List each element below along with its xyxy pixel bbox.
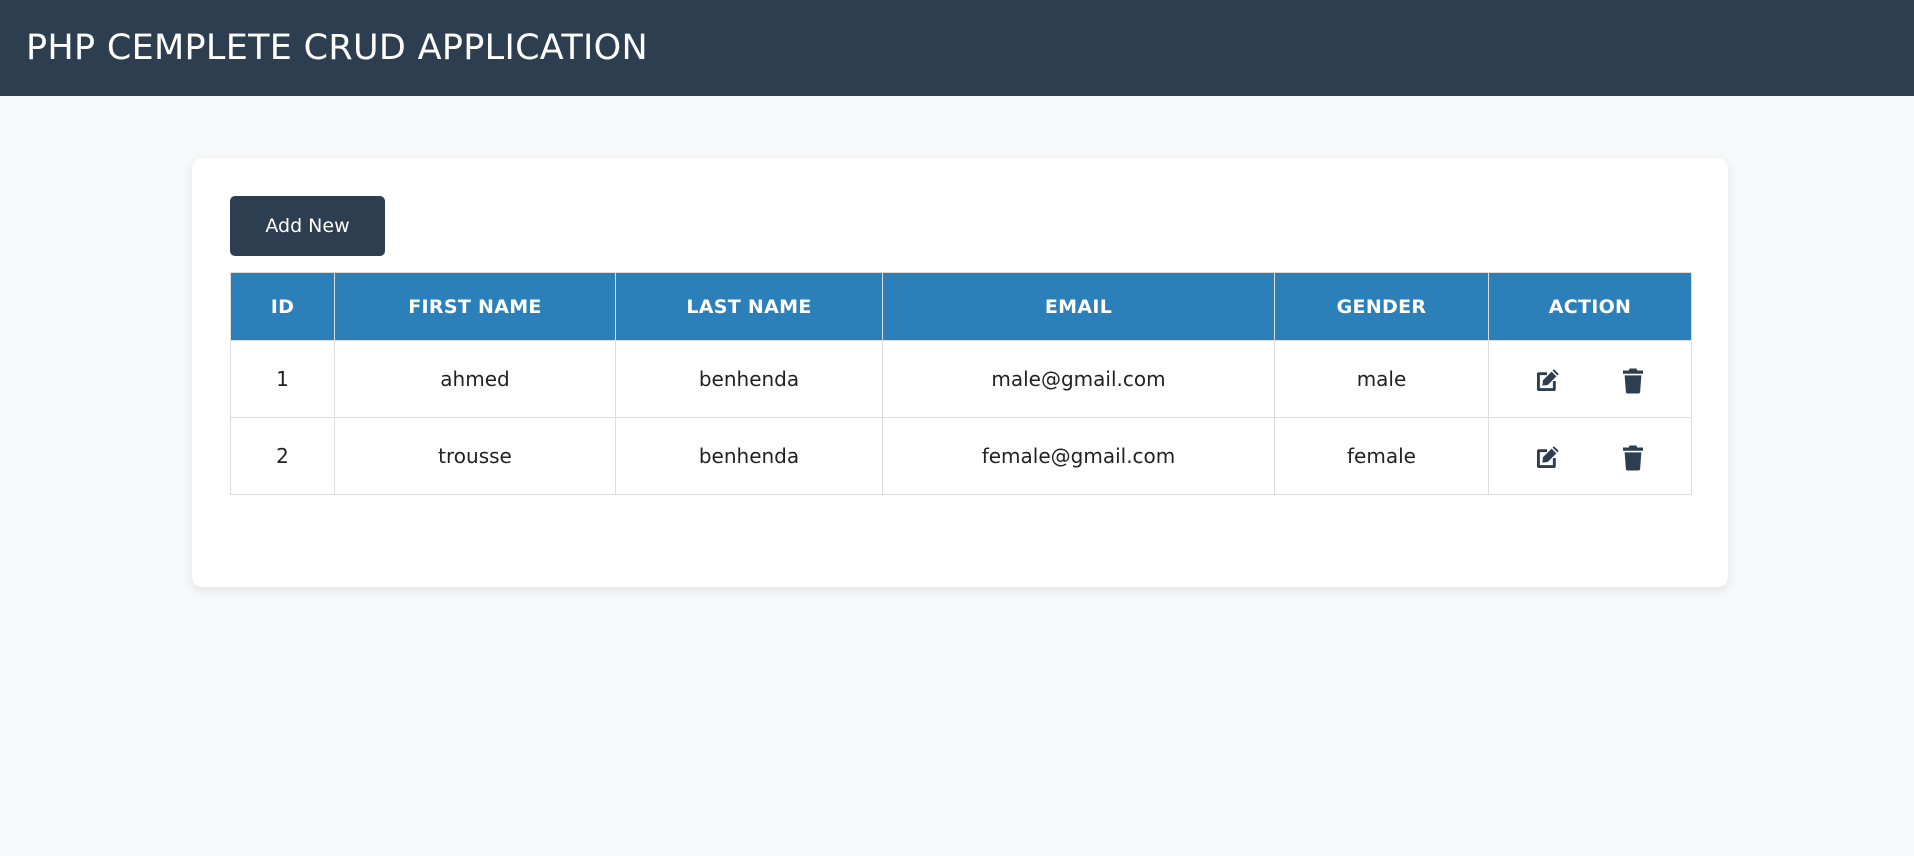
cell-gender: female bbox=[1274, 417, 1489, 495]
cell-first-name: trousse bbox=[334, 417, 616, 495]
cell-actions bbox=[1488, 417, 1692, 495]
edit-icon[interactable] bbox=[1532, 443, 1562, 473]
column-header-email: EMAIL bbox=[882, 272, 1275, 341]
app-header: PHP CEMPLETE CRUD APPLICATION bbox=[0, 0, 1914, 96]
cell-id: 2 bbox=[230, 417, 335, 495]
column-header-gender: GENDER bbox=[1274, 272, 1489, 341]
page-title: PHP CEMPLETE CRUD APPLICATION bbox=[26, 28, 648, 68]
table-header-row: ID FIRST NAME LAST NAME EMAIL GENDER ACT… bbox=[230, 272, 1692, 341]
column-header-last-name: LAST NAME bbox=[615, 272, 883, 341]
content-card: Add New ID FIRST NAME LAST NAME EMAIL GE… bbox=[192, 158, 1728, 587]
column-header-first-name: FIRST NAME bbox=[334, 272, 616, 341]
cell-actions bbox=[1488, 340, 1692, 418]
add-new-button[interactable]: Add New bbox=[230, 196, 385, 256]
edit-icon[interactable] bbox=[1532, 366, 1562, 396]
cell-first-name: ahmed bbox=[334, 340, 616, 418]
cell-email: female@gmail.com bbox=[882, 417, 1275, 495]
trash-icon[interactable] bbox=[1618, 366, 1648, 396]
column-header-id: ID bbox=[230, 272, 335, 341]
trash-icon[interactable] bbox=[1618, 443, 1648, 473]
records-table: ID FIRST NAME LAST NAME EMAIL GENDER ACT… bbox=[230, 272, 1692, 495]
cell-gender: male bbox=[1274, 340, 1489, 418]
table-row: 2 trousse benhenda female@gmail.com fema… bbox=[230, 417, 1692, 495]
column-header-action: ACTION bbox=[1488, 272, 1692, 341]
cell-email: male@gmail.com bbox=[882, 340, 1275, 418]
cell-id: 1 bbox=[230, 340, 335, 418]
cell-last-name: benhenda bbox=[615, 340, 883, 418]
table-row: 1 ahmed benhenda male@gmail.com male bbox=[230, 340, 1692, 418]
cell-last-name: benhenda bbox=[615, 417, 883, 495]
